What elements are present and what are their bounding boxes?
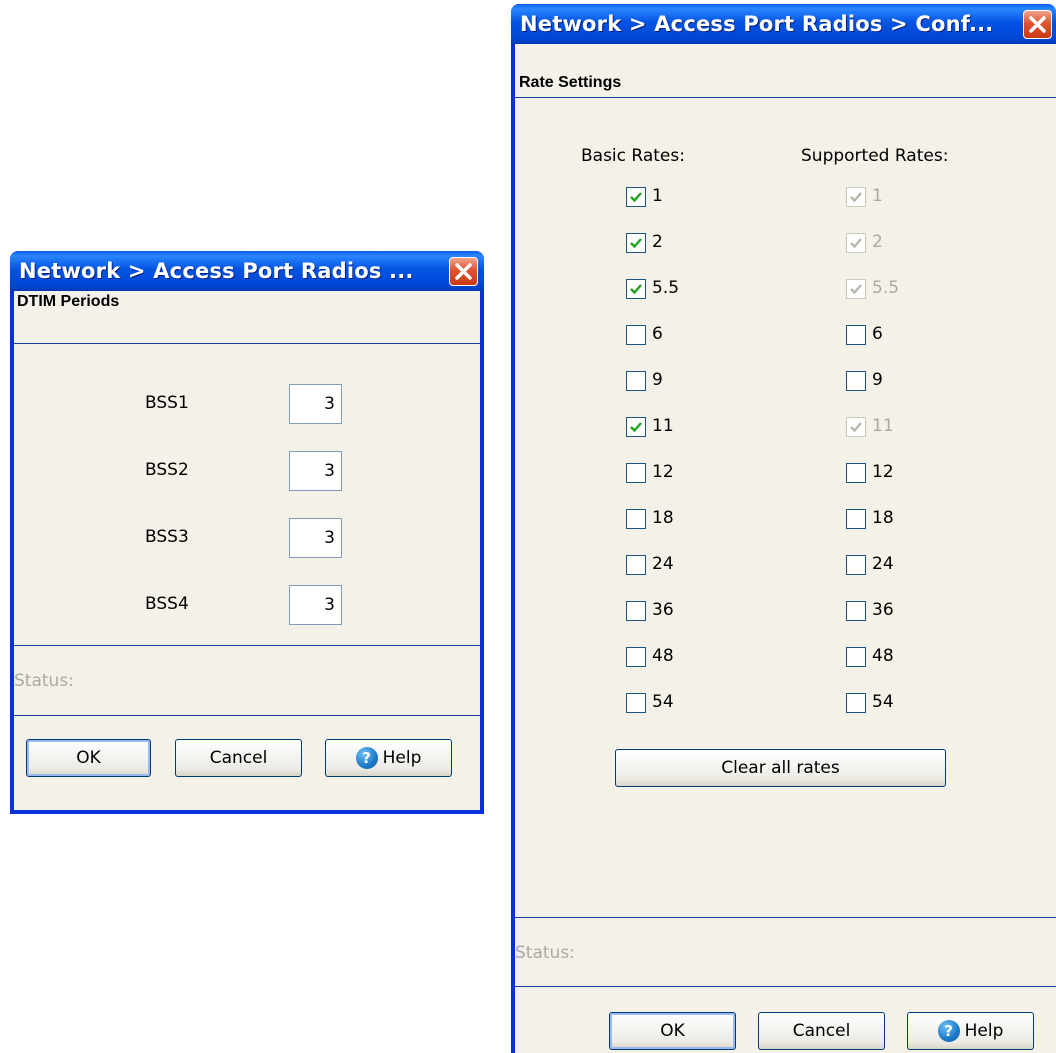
- supported-rate-checkbox[interactable]: [846, 693, 866, 713]
- ok-button[interactable]: OK: [26, 739, 151, 777]
- basic-rate-label: 1: [652, 186, 663, 206]
- section-divider: [14, 343, 480, 344]
- supported-rate-label: 18: [872, 508, 894, 528]
- supported-rate-checkbox: [846, 417, 866, 437]
- basic-rate-label: 2: [652, 232, 663, 252]
- supported-rate-label: 9: [872, 370, 883, 390]
- basic-rate-checkbox[interactable]: [626, 463, 646, 483]
- supported-rate-label: 2: [872, 232, 883, 252]
- basic-rate-checkbox[interactable]: [626, 555, 646, 575]
- basic-rate-label: 9: [652, 370, 663, 390]
- supported-rate-checkbox[interactable]: [846, 555, 866, 575]
- status-label: Status:: [515, 943, 575, 963]
- rate-titlebar[interactable]: Network > Access Port Radios > Conf...: [511, 4, 1056, 44]
- help-icon: ?: [355, 747, 378, 769]
- dtim-titlebar[interactable]: Network > Access Port Radios ...: [10, 251, 484, 291]
- dtim-window-title: Network > Access Port Radios ...: [19, 259, 414, 283]
- section-divider: [515, 97, 1056, 98]
- supported-rate-label: 6: [872, 324, 883, 344]
- basic-rate-checkbox[interactable]: [626, 647, 646, 667]
- supported-rate-checkbox[interactable]: [846, 647, 866, 667]
- supported-rate-checkbox: [846, 233, 866, 253]
- status-label: Status:: [14, 671, 74, 691]
- basic-rates-header: Basic Rates:: [581, 146, 685, 166]
- supported-rate-checkbox: [846, 279, 866, 299]
- supported-rate-checkbox[interactable]: [846, 463, 866, 483]
- close-icon[interactable]: [1023, 10, 1052, 39]
- basic-rate-label: 12: [652, 462, 674, 482]
- help-label: Help: [964, 1021, 1004, 1041]
- basic-rate-label: 6: [652, 324, 663, 344]
- dtim-window: Network > Access Port Radios ... DTIM Pe…: [10, 251, 484, 814]
- basic-rate-label: 24: [652, 554, 674, 574]
- help-icon: ?: [937, 1020, 960, 1042]
- close-icon[interactable]: [449, 257, 478, 286]
- supported-rate-checkbox[interactable]: [846, 601, 866, 621]
- basic-rate-label: 54: [652, 692, 674, 712]
- supported-rate-label: 11: [872, 416, 894, 436]
- bss4-field[interactable]: 3: [289, 585, 342, 625]
- bss1-label: BSS1: [145, 393, 189, 413]
- bss3-field[interactable]: 3: [289, 518, 342, 558]
- basic-rate-label: 5.5: [652, 278, 680, 298]
- supported-rates-header: Supported Rates:: [801, 146, 949, 166]
- bss1-field[interactable]: 3: [289, 384, 342, 424]
- basic-rate-checkbox[interactable]: [626, 325, 646, 345]
- dtim-client: DTIM Periods BSS1 3 BSS2 3 BSS3 3 BSS4 3…: [14, 291, 480, 810]
- status-divider-bottom: [14, 715, 480, 716]
- cancel-button[interactable]: Cancel: [758, 1012, 885, 1050]
- status-divider-top: [515, 917, 1056, 918]
- basic-rate-checkbox[interactable]: [626, 417, 646, 437]
- supported-rate-label: 48: [872, 646, 894, 666]
- section-title: DTIM Periods: [17, 293, 120, 310]
- bss4-label: BSS4: [145, 594, 189, 614]
- status-divider-bottom: [515, 986, 1056, 987]
- bss3-label: BSS3: [145, 527, 189, 547]
- help-button[interactable]: ? Help: [907, 1012, 1034, 1050]
- basic-rate-checkbox[interactable]: [626, 371, 646, 391]
- status-divider-top: [14, 645, 480, 646]
- basic-rate-checkbox[interactable]: [626, 233, 646, 253]
- basic-rate-label: 18: [652, 508, 674, 528]
- section-title: Rate Settings: [519, 74, 622, 91]
- supported-rate-checkbox[interactable]: [846, 509, 866, 529]
- bss2-label: BSS2: [145, 460, 189, 480]
- help-button[interactable]: ? Help: [325, 739, 452, 777]
- basic-rate-label: 48: [652, 646, 674, 666]
- supported-rate-label: 36: [872, 600, 894, 620]
- supported-rate-label: 12: [872, 462, 894, 482]
- supported-rate-label: 5.5: [872, 278, 900, 298]
- supported-rate-label: 1: [872, 186, 883, 206]
- supported-rate-label: 54: [872, 692, 894, 712]
- rate-window-title: Network > Access Port Radios > Conf...: [520, 12, 994, 36]
- basic-rate-checkbox[interactable]: [626, 509, 646, 529]
- basic-rate-label: 11: [652, 416, 674, 436]
- help-label: Help: [382, 748, 422, 768]
- basic-rate-checkbox[interactable]: [626, 693, 646, 713]
- bss2-field[interactable]: 3: [289, 451, 342, 491]
- rate-client: Rate Settings Basic Rates: Supported Rat…: [515, 44, 1056, 1053]
- supported-rate-checkbox[interactable]: [846, 325, 866, 345]
- basic-rate-label: 36: [652, 600, 674, 620]
- cancel-button[interactable]: Cancel: [175, 739, 302, 777]
- clear-all-rates-button[interactable]: Clear all rates: [615, 749, 946, 787]
- rate-window: Network > Access Port Radios > Conf... R…: [511, 4, 1056, 1053]
- basic-rate-checkbox[interactable]: [626, 187, 646, 207]
- basic-rate-checkbox[interactable]: [626, 601, 646, 621]
- supported-rate-checkbox[interactable]: [846, 371, 866, 391]
- ok-button[interactable]: OK: [609, 1012, 736, 1050]
- basic-rate-checkbox[interactable]: [626, 279, 646, 299]
- supported-rate-label: 24: [872, 554, 894, 574]
- supported-rate-checkbox: [846, 187, 866, 207]
